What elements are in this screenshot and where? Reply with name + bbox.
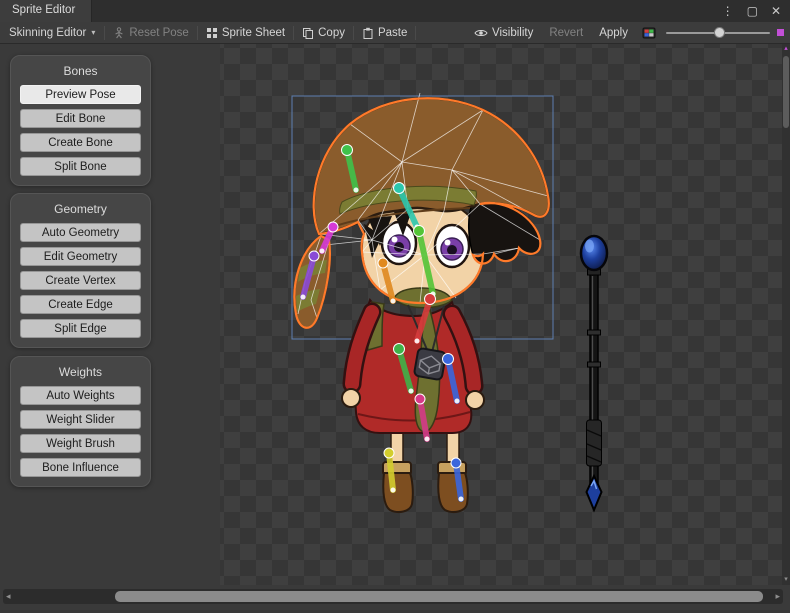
window-title: Sprite Editor <box>12 4 75 16</box>
eye-icon <box>474 27 488 39</box>
horizontal-scrollbar-thumb[interactable] <box>115 591 763 602</box>
edit-geometry-button[interactable]: Edit Geometry <box>20 247 141 266</box>
bones-panel-title: Bones <box>20 64 141 78</box>
revert-label: Revert <box>549 27 583 39</box>
menu-dots-icon[interactable]: ⋮ <box>722 5 734 17</box>
skinning-editor-label: Skinning Editor <box>9 27 86 39</box>
edit-bone-button[interactable]: Edit Bone <box>20 109 141 128</box>
scroll-right-arrow[interactable]: ▸ <box>775 590 780 603</box>
chevron-down-icon: ▾ <box>91 28 95 37</box>
copy-icon <box>302 27 314 39</box>
preview-pose-button[interactable]: Preview Pose <box>20 85 141 104</box>
split-edge-button[interactable]: Split Edge <box>20 319 141 338</box>
weights-panel-title: Weights <box>20 365 141 379</box>
create-bone-button[interactable]: Create Bone <box>20 133 141 152</box>
zoom-slider-knob[interactable] <box>714 27 725 38</box>
create-vertex-button[interactable]: Create Vertex <box>20 271 141 290</box>
visibility-button[interactable]: Visibility <box>466 22 541 43</box>
weight-brush-button[interactable]: Weight Brush <box>20 434 141 453</box>
geometry-panel: Geometry Auto Geometry Edit Geometry Cre… <box>10 193 151 348</box>
sprite-sheet-label: Sprite Sheet <box>222 27 285 39</box>
scroll-up-arrow[interactable]: ▴ <box>782 44 790 54</box>
zoom-slider-track[interactable] <box>666 32 770 34</box>
split-bone-button[interactable]: Split Bone <box>20 157 141 176</box>
toolbar-separator <box>415 26 416 40</box>
weights-panel: Weights Auto Weights Weight Slider Weigh… <box>10 356 151 487</box>
revert-button[interactable]: Revert <box>541 22 591 43</box>
auto-weights-button[interactable]: Auto Weights <box>20 386 141 405</box>
color-channels-icon[interactable] <box>642 27 656 39</box>
reset-pose-button[interactable]: Reset Pose <box>105 22 196 43</box>
vertical-scrollbar[interactable]: ▴ ▾ <box>782 44 790 585</box>
maximize-icon[interactable]: ▢ <box>747 5 758 17</box>
bones-panel: Bones Preview Pose Edit Bone Create Bone… <box>10 55 151 186</box>
sprite-editor-window: Sprite Editor ⋮ ▢ ✕ Skinning Editor ▾ Re… <box>0 0 790 613</box>
horizontal-scrollbar[interactable]: ◂ ▸ <box>3 589 783 604</box>
tab-sprite-editor[interactable]: Sprite Editor <box>0 0 92 22</box>
titlebar: Sprite Editor ⋮ ▢ ✕ <box>0 0 790 22</box>
zoom-slider[interactable] <box>666 29 784 36</box>
bottom-bar: ◂ ▸ <box>0 585 790 613</box>
sprite-sheet-button[interactable]: Sprite Sheet <box>198 22 293 43</box>
create-edge-button[interactable]: Create Edge <box>20 295 141 314</box>
bone-influence-button[interactable]: Bone Influence <box>20 458 141 477</box>
close-icon[interactable]: ✕ <box>771 5 781 17</box>
zoom-overlay-icon[interactable] <box>777 29 784 36</box>
visibility-label: Visibility <box>492 27 533 39</box>
sprite-sheet-icon <box>206 27 218 39</box>
scroll-left-arrow[interactable]: ◂ <box>6 590 11 603</box>
apply-button[interactable]: Apply <box>591 22 636 43</box>
paste-label: Paste <box>378 27 407 39</box>
reset-pose-icon <box>113 27 125 39</box>
geometry-panel-title: Geometry <box>20 202 141 216</box>
paste-icon <box>362 27 374 39</box>
weight-slider-button[interactable]: Weight Slider <box>20 410 141 429</box>
skinning-editor-dropdown[interactable]: Skinning Editor ▾ <box>0 22 104 43</box>
copy-button[interactable]: Copy <box>294 22 353 43</box>
copy-label: Copy <box>318 27 345 39</box>
reset-pose-label: Reset Pose <box>129 27 188 39</box>
vertical-scrollbar-thumb[interactable] <box>783 56 789 128</box>
apply-label: Apply <box>599 27 628 39</box>
paste-button[interactable]: Paste <box>354 22 415 43</box>
auto-geometry-button[interactable]: Auto Geometry <box>20 223 141 242</box>
scroll-down-arrow[interactable]: ▾ <box>782 575 790 585</box>
toolbar: Skinning Editor ▾ Reset Pose Sprite Shee… <box>0 22 790 44</box>
